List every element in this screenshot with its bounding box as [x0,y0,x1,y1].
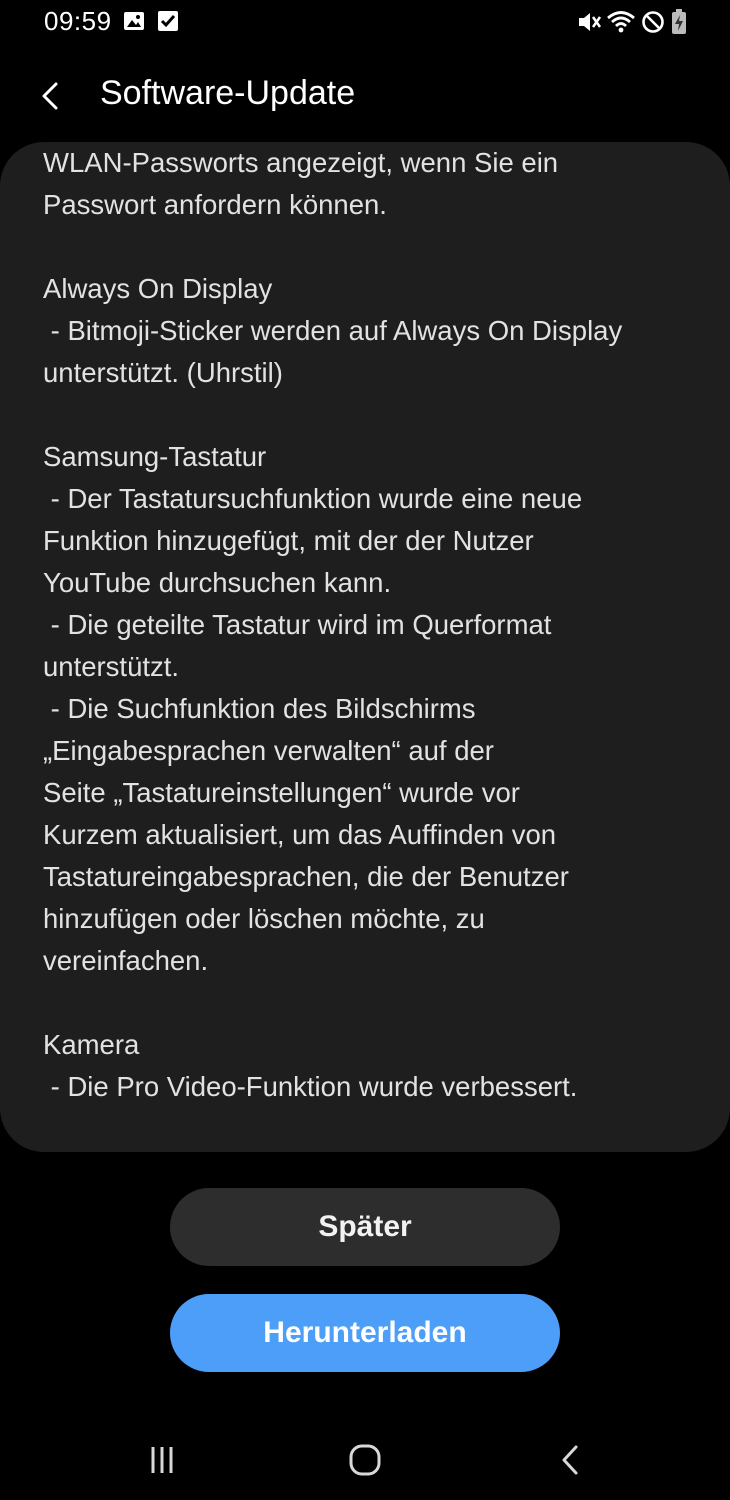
back-button[interactable] [28,74,72,118]
release-note-line: WLAN-Passworts angezeigt, wenn Sie ein [43,147,559,178]
checkbox-icon [157,9,179,38]
release-note-line: vereinfachen. [43,945,209,976]
release-note-line: Always On Display [43,273,273,304]
status-bar: 09:59 [0,0,730,44]
later-button[interactable]: Später [170,1188,560,1266]
release-note-line: YouTube durchsuchen kann. [43,567,392,598]
release-note-line: „Eingabesprachen verwalten“ auf der [43,735,494,766]
page-title: Software-Update [100,74,356,112]
release-notes-text: WLAN-Passworts angezeigt, wenn Sie ein Pa… [43,142,703,1108]
home-button[interactable] [345,1440,385,1480]
back-arrow-icon [42,82,58,110]
release-note-line: Kurzem aktualisiert, um das Auffinden vo… [43,819,557,850]
release-note-line: Kamera [43,1029,140,1060]
release-note-line: hinzufügen oder löschen möchte, zu [43,903,485,934]
release-note-line: - Die Pro Video-Funktion wurde verbesser… [43,1071,578,1102]
nav-back-button[interactable] [550,1440,590,1480]
recent-apps-button[interactable] [142,1440,182,1480]
battery-charging-icon [671,9,687,40]
download-button[interactable]: Herunterladen [170,1294,560,1372]
release-note-line: Seite „Tastatureinstellungen“ wurde vor [43,777,520,808]
home-icon [349,1444,381,1476]
release-note-line: Passwort anfordern können. [43,189,387,220]
back-icon [562,1445,578,1475]
release-note-line: - Die geteilte Tastatur wird im Querform… [43,609,552,640]
release-note-line: Funktion hinzugefügt, mit der der Nutzer [43,525,534,556]
release-note-line: unterstützt. (Uhrstil) [43,357,283,388]
do-not-disturb-icon [641,9,665,40]
release-note-line: - Der Tastatursuchfunktion wurde eine ne… [43,483,583,514]
app-header: Software-Update [0,60,730,130]
release-note-line: unterstützt. [43,651,180,682]
wifi-icon [606,9,636,40]
release-note-line: Samsung-Tastatur [43,441,267,472]
release-note-line: - Bitmoji-Sticker werden auf Always On D… [43,315,623,346]
status-time: 09:59 [44,6,112,36]
navigation-bar [0,1420,730,1500]
release-note-line: - Die Suchfunktion des Bildschirms [43,693,476,724]
recent-apps-icon [151,1447,173,1473]
mute-icon [576,9,602,40]
release-note-line: Tastatureingabesprachen, die der Benutze… [43,861,569,892]
image-icon [122,9,146,38]
release-notes-card[interactable]: WLAN-Passworts angezeigt, wenn Sie ein Pa… [0,142,730,1152]
